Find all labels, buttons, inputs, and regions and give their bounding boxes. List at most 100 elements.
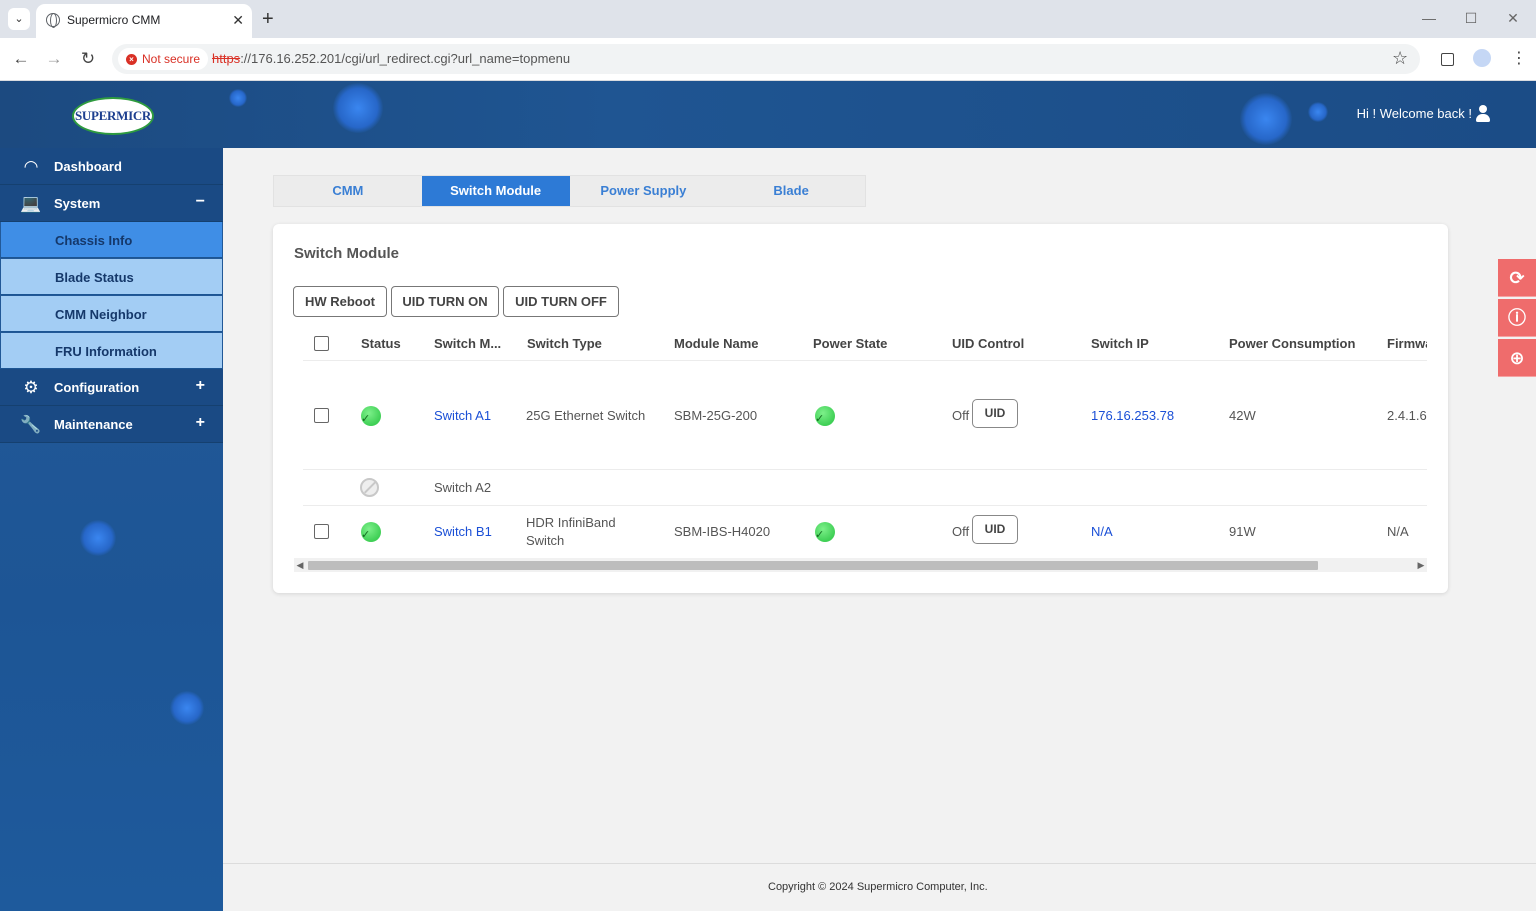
url-scheme: https	[212, 51, 241, 66]
column-header[interactable]: Firmwa	[1387, 336, 1427, 351]
globe-language-icon[interactable]: ⊕	[1498, 339, 1536, 377]
tab-blade[interactable]: Blade	[717, 176, 865, 206]
sidebar-item-system[interactable]: 💻 System −	[0, 185, 223, 222]
select-all-checkbox[interactable]	[314, 336, 329, 351]
switch-name: Switch A2	[434, 480, 492, 495]
url-text[interactable]: https://176.16.252.201/cgi/url_redirect.…	[212, 51, 570, 66]
uid-turn-off-button[interactable]: UID TURN OFF	[503, 286, 619, 317]
sidebar-item-maintenance[interactable]: 🔧 Maintenance +	[0, 406, 223, 443]
wrench-icon: 🔧	[20, 415, 42, 434]
sidebar-item-dashboard[interactable]: ◠ Dashboard	[0, 148, 223, 185]
switch-module-panel: Switch Module HW Reboot UID TURN ON UID …	[273, 224, 1448, 593]
address-bar[interactable]: × Not secure https://176.16.252.201/cgi/…	[112, 44, 1420, 74]
new-tab-plus-icon[interactable]: +	[262, 6, 274, 32]
side-panel-icon[interactable]	[1441, 53, 1454, 66]
sidebar-subitem-chassis-info[interactable]: Chassis Info	[1, 222, 222, 258]
globe-icon	[46, 13, 60, 28]
tab-switch-module[interactable]: Switch Module	[421, 176, 570, 206]
bookmark-star-icon[interactable]: ☆	[1392, 48, 1408, 68]
sidebar-subitem-blade-status[interactable]: Blade Status	[1, 259, 222, 295]
scroll-left-arrow-icon[interactable]: ◀	[294, 558, 306, 572]
sidebar-item-label: System	[54, 196, 101, 211]
scroll-right-arrow-icon[interactable]: ▶	[1415, 558, 1427, 572]
sidebar-subitem-label: Chassis Info	[55, 233, 133, 248]
switch-type-line2: Switch	[526, 533, 565, 548]
column-header[interactable]: Switch IP	[1091, 336, 1149, 351]
sidebar-item-label: Configuration	[54, 380, 140, 395]
sidebar-item-configuration[interactable]: ⚙ Configuration +	[0, 369, 223, 406]
sidebar-subitem-cmm-neighbor[interactable]: CMM Neighbor	[1, 296, 222, 332]
module-name: SBM-IBS-H4020	[674, 524, 771, 539]
sidebar-subitem-label: Blade Status	[55, 270, 134, 285]
laptop-icon: 💻	[20, 194, 42, 213]
switch-table: Status Switch M... Switch Type Module Na…	[294, 326, 1427, 561]
firmware-version: N/A	[1387, 524, 1409, 539]
gear-icon: ⚙	[23, 378, 39, 397]
forward-arrow-icon[interactable]: →	[44, 49, 64, 69]
tab-search-chevron-icon[interactable]: ⌄	[8, 8, 30, 30]
hw-reboot-button[interactable]: HW Reboot	[293, 286, 387, 317]
column-header[interactable]: Power State	[813, 336, 887, 351]
maximize-icon[interactable]: ☐	[1461, 8, 1481, 28]
browser-tab[interactable]: Supermicro CMM ✕	[36, 4, 252, 38]
column-header[interactable]: Switch M...	[434, 336, 501, 351]
scrollbar-thumb[interactable]	[308, 561, 1318, 570]
row-checkbox[interactable]	[314, 408, 329, 423]
collapse-minus-icon[interactable]: −	[196, 193, 205, 211]
module-name: SBM-25G-200	[674, 408, 758, 423]
logo-text: SUPERMICR	[74, 108, 152, 123]
refresh-icon[interactable]: ⟳	[1498, 259, 1536, 297]
column-header[interactable]: Module Name	[674, 336, 759, 351]
column-header[interactable]: Power Consumption	[1229, 336, 1355, 351]
sidebar-item-label: Dashboard	[54, 159, 122, 174]
tab-cmm[interactable]: CMM	[274, 176, 422, 206]
profile-avatar-icon[interactable]	[1473, 49, 1491, 67]
supermicro-logo[interactable]: SUPERMICR	[72, 97, 154, 135]
reload-icon[interactable]: ↻	[78, 49, 98, 69]
back-arrow-icon[interactable]: ←	[11, 49, 31, 69]
tab-title: Supermicro CMM	[67, 13, 161, 27]
column-header[interactable]: Switch Type	[527, 336, 602, 351]
tab-power-supply[interactable]: Power Supply	[569, 176, 718, 206]
column-header[interactable]: Status	[361, 336, 401, 351]
window-close-icon[interactable]: ✕	[1503, 8, 1523, 28]
switch-ip-link[interactable]: 176.16.253.78	[1091, 407, 1174, 425]
firmware-version: 2.4.1.6	[1387, 408, 1427, 423]
minimize-icon[interactable]: —	[1419, 8, 1439, 28]
security-chip[interactable]: × Not secure	[118, 48, 209, 70]
browser-menu-icon[interactable]: ⋮	[1511, 48, 1527, 68]
row-checkbox[interactable]	[314, 524, 329, 539]
sidebar-subitem-label: CMM Neighbor	[55, 307, 147, 322]
uid-toggle-button[interactable]: UID	[972, 399, 1018, 428]
info-icon[interactable]: ⓘ	[1498, 299, 1536, 337]
user-icon[interactable]	[1476, 105, 1490, 123]
status-absent-icon	[360, 478, 379, 497]
copyright-text: Copyright © 2024 Supermicro Computer, In…	[768, 881, 988, 893]
expand-plus-icon[interactable]: +	[196, 377, 205, 395]
switch-name-link[interactable]: Switch A1	[434, 407, 491, 425]
column-header[interactable]: UID Control	[952, 336, 1024, 351]
url-path: ://176.16.252.201/cgi/url_redirect.cgi?u…	[240, 51, 571, 66]
status-ok-icon	[361, 406, 381, 426]
not-secure-warning-icon: ×	[126, 53, 137, 65]
welcome-message: Hi ! Welcome back !	[1356, 106, 1472, 121]
power-on-icon	[815, 522, 835, 542]
switch-ip-link[interactable]: N/A	[1091, 523, 1113, 541]
horizontal-scrollbar[interactable]: ◀ ▶	[294, 558, 1427, 572]
expand-plus-icon[interactable]: +	[196, 414, 205, 432]
uid-state: Off	[952, 524, 970, 539]
uid-toggle-button[interactable]: UID	[972, 515, 1018, 544]
dashboard-gauge-icon: ◠	[24, 157, 38, 176]
power-consumption: 42W	[1229, 408, 1256, 423]
sidebar-subitem-fru-information[interactable]: FRU Information	[1, 333, 222, 369]
close-tab-icon[interactable]: ✕	[232, 10, 244, 30]
browser-toolbar: ← → ↻ × Not secure https://176.16.252.20…	[0, 38, 1536, 81]
sidebar: ◠ Dashboard 💻 System − Chassis Info Blad…	[0, 148, 223, 911]
uid-state: Off	[952, 408, 970, 423]
power-on-icon	[815, 406, 835, 426]
app-header: SUPERMICR Hi ! Welcome back !	[0, 81, 1536, 148]
sidebar-item-label: Maintenance	[54, 417, 133, 432]
uid-turn-on-button[interactable]: UID TURN ON	[391, 286, 499, 317]
switch-name-link[interactable]: Switch B1	[434, 523, 492, 541]
status-ok-icon	[361, 522, 381, 542]
